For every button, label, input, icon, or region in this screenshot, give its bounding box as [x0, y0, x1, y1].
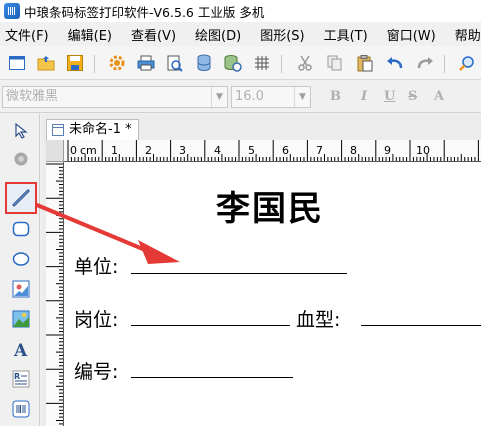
menu-tools[interactable]: 工具(T) — [324, 25, 368, 44]
save-icon[interactable] — [66, 54, 84, 72]
main-toolbar — [0, 46, 481, 80]
ellipse-tool-icon[interactable] — [10, 248, 32, 270]
ruler-corner — [46, 140, 64, 162]
font-family-value: 微软雅黑 — [6, 89, 59, 104]
print-preview-icon[interactable] — [166, 54, 184, 72]
menu-edit[interactable]: 编辑(E) — [68, 25, 112, 44]
chevron-down-icon[interactable]: ▼ — [294, 87, 310, 107]
pan-hand-icon[interactable] — [10, 148, 32, 170]
document-area: 未命名-1 * 0 cm 1 2 3 4 5 6 7 8 9 10 李国民 单位… — [42, 114, 481, 426]
menu-file[interactable]: 文件(F) — [5, 25, 49, 44]
ruler-label-4: 4 — [214, 144, 221, 157]
horizontal-ruler[interactable]: 0 cm 1 2 3 4 5 6 7 8 9 10 — [64, 140, 481, 162]
paste-icon[interactable] — [356, 54, 374, 72]
label-name-text[interactable]: 李国民 — [216, 181, 324, 230]
unit-field-label[interactable]: 单位: — [74, 252, 118, 279]
new-document-icon[interactable] — [8, 54, 26, 72]
svg-text:R: R — [14, 372, 20, 381]
open-folder-icon[interactable] — [37, 54, 55, 72]
database-settings-icon[interactable] — [224, 54, 242, 72]
picture-tool-icon[interactable] — [10, 308, 32, 330]
line-tool-icon[interactable] — [10, 187, 32, 209]
print-icon[interactable] — [137, 54, 155, 72]
ruler-label-10: 10 — [416, 144, 430, 157]
rounded-rectangle-tool-icon[interactable] — [10, 218, 32, 240]
tab-label: 未命名-1 * — [69, 122, 132, 137]
chevron-down-icon[interactable]: ▼ — [211, 87, 227, 107]
settings-gear-icon[interactable] — [108, 54, 126, 72]
menu-view[interactable]: 查看(V) — [131, 25, 176, 44]
blood-type-field-label[interactable]: 血型: — [296, 305, 340, 332]
ruler-label-1: 1 — [111, 144, 118, 157]
superscript-button[interactable]: A — [434, 89, 444, 104]
barcode-tool-icon[interactable] — [10, 398, 32, 420]
ruler-unit-label: cm — [80, 144, 97, 157]
ruler-label-0: 0 — [70, 144, 77, 157]
ruler-ticks-vertical — [46, 163, 63, 425]
ruler-label-5: 5 — [248, 144, 255, 157]
ruler-label-8: 8 — [350, 144, 357, 157]
ruler-label-6: 6 — [282, 144, 289, 157]
vertical-ruler[interactable] — [46, 162, 64, 426]
menu-bar: 文件(F) 编辑(E) 查看(V) 绘图(D) 图形(S) 工具(T) 窗口(W… — [0, 23, 481, 45]
select-pointer-icon[interactable] — [10, 120, 32, 142]
underline-button[interactable]: U — [384, 89, 395, 104]
position-field-label[interactable]: 岗位: — [74, 305, 118, 332]
unit-field-line[interactable] — [131, 273, 347, 274]
menu-shape[interactable]: 图形(S) — [260, 25, 304, 44]
document-icon — [52, 124, 64, 136]
font-size-select[interactable]: 16.0 ▼ — [231, 86, 311, 108]
rich-text-tool-icon[interactable]: R — [10, 368, 32, 390]
blood-type-field-line[interactable] — [361, 325, 481, 326]
number-field-label[interactable]: 编号: — [74, 357, 118, 384]
app-window: 中琅条码标签打印软件-V6.5.6 工业版 多机 文件(F) 编辑(E) 查看(… — [0, 0, 481, 426]
ruler-label-9: 9 — [384, 144, 391, 157]
menu-help[interactable]: 帮助(H) — [455, 25, 481, 44]
menu-draw[interactable]: 绘图(D) — [195, 25, 241, 44]
strikethrough-button[interactable]: S — [408, 89, 417, 104]
number-field-line[interactable] — [131, 377, 293, 378]
zoom-icon[interactable] — [458, 54, 476, 72]
image-tool-icon[interactable] — [10, 278, 32, 300]
undo-icon[interactable] — [386, 54, 404, 72]
cut-icon[interactable] — [296, 54, 314, 72]
copy-icon[interactable] — [326, 54, 344, 72]
database-icon[interactable] — [195, 54, 213, 72]
ruler-label-3: 3 — [179, 144, 186, 157]
font-toolbar: 微软雅黑 ▼ 16.0 ▼ B I U S A — [0, 81, 481, 113]
window-title: 中琅条码标签打印软件-V6.5.6 工业版 多机 — [24, 4, 265, 20]
title-bar: 中琅条码标签打印软件-V6.5.6 工业版 多机 — [0, 0, 481, 22]
position-field-line[interactable] — [131, 325, 290, 326]
font-size-value: 16.0 — [235, 89, 264, 104]
font-family-select[interactable]: 微软雅黑 ▼ — [2, 86, 228, 108]
text-tool-icon[interactable]: A — [10, 338, 32, 360]
ruler-label-2: 2 — [145, 144, 152, 157]
menu-window[interactable]: 窗口(W) — [387, 25, 436, 44]
grid-icon[interactable] — [253, 54, 271, 72]
ruler-label-7: 7 — [316, 144, 323, 157]
tab-untitled-1[interactable]: 未命名-1 * — [46, 119, 139, 140]
app-logo-icon — [4, 3, 20, 19]
bold-button[interactable]: B — [330, 89, 341, 104]
label-canvas[interactable]: 李国民 单位: 岗位: 血型: 编号: — [64, 162, 481, 426]
redo-icon[interactable] — [416, 54, 434, 72]
drawing-tools-panel: A R — [0, 114, 40, 426]
svg-text:A: A — [13, 341, 28, 358]
italic-button[interactable]: I — [361, 89, 367, 104]
